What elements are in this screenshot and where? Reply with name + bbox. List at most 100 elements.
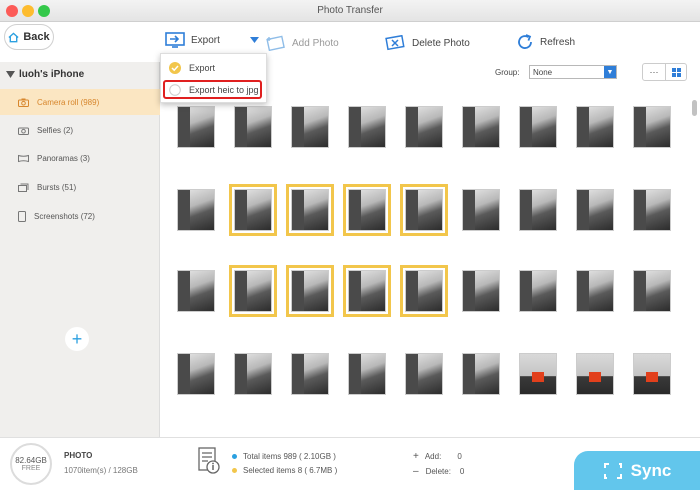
photo-thumbnail[interactable] [462, 270, 500, 312]
photo-thumbnail[interactable] [291, 353, 329, 395]
photo-thumbnail[interactable] [462, 353, 500, 395]
photo-thumbnail[interactable] [405, 353, 443, 395]
photo-thumbnail[interactable] [633, 353, 671, 395]
refresh-icon [518, 34, 532, 49]
photo-thumbnail[interactable] [633, 270, 671, 312]
photo-thumbnail[interactable] [234, 106, 272, 148]
device-name: luoh's iPhone [19, 68, 85, 80]
album-label: Panoramas (3) [37, 153, 90, 163]
photo-thumbnail-selected[interactable] [234, 189, 272, 231]
add-label: Add: [424, 452, 442, 461]
album-screenshots[interactable]: Screenshots (72) [0, 203, 160, 229]
storage-items: 1070item(s) / 128GB [64, 466, 138, 475]
album-label: Bursts (51) [37, 182, 77, 192]
storage-ring: 82.64GB FREE [10, 443, 52, 485]
caret-down-icon [249, 37, 259, 43]
highlight-box [163, 80, 262, 99]
minus-sign-icon: – [413, 466, 419, 477]
photo-thumbnail-selected[interactable] [405, 270, 443, 312]
refresh-label: Refresh [540, 36, 576, 48]
free-size: 82.64GB [15, 456, 47, 465]
photo-thumbnail[interactable] [291, 106, 329, 148]
selected-items: Selected items 8 ( 6.7MB ) [232, 466, 337, 475]
selected-items-text: Selected items 8 ( 6.7MB ) [243, 466, 338, 475]
photo-thumbnail[interactable] [576, 106, 614, 148]
sync-button[interactable]: Sync [574, 451, 700, 490]
photo-thumbnail[interactable] [177, 106, 215, 148]
photo-thumbnail[interactable] [177, 189, 215, 231]
album-camera-roll[interactable]: Camera roll (989) [0, 89, 160, 115]
export-option[interactable]: Export [161, 58, 268, 78]
photo-thumbnail[interactable] [633, 106, 671, 148]
back-label: Back [23, 31, 50, 43]
album-selfies[interactable]: Selfies (2) [0, 117, 160, 143]
free-label: FREE [21, 465, 41, 472]
photo-thumbnail[interactable] [177, 270, 215, 312]
window-title: Photo Transfer [317, 5, 383, 16]
group-label: Group: [495, 68, 520, 77]
delete-photo-button[interactable]: Delete Photo [384, 35, 470, 51]
sync-label: Sync [630, 461, 672, 480]
photo-thumbnail-selected[interactable] [291, 189, 329, 231]
delete-value: 0 [459, 467, 465, 476]
plus-sign-icon: + [413, 451, 419, 462]
chevron-down-icon: ▼ [604, 66, 616, 78]
delete-count: – Delete: 0 [413, 466, 464, 477]
photo-thumbnail[interactable] [348, 353, 386, 395]
device-header[interactable]: luoh's iPhone [0, 62, 160, 86]
photo-thumbnail[interactable] [633, 189, 671, 231]
photo-thumbnail-selected[interactable] [291, 270, 329, 312]
photo-thumbnail-selected[interactable] [405, 189, 443, 231]
photo-thumbnail-selected[interactable] [348, 270, 386, 312]
view-toggle: ⋯ [642, 63, 687, 81]
photo-thumbnail[interactable] [234, 353, 272, 395]
photo-thumbnail[interactable] [576, 189, 614, 231]
collapse-arrow-icon [6, 70, 15, 78]
toolbar [0, 22, 700, 62]
sync-icon [603, 463, 622, 479]
plus-icon: + [71, 329, 83, 349]
delete-photo-icon [385, 35, 405, 51]
scrollbar-thumb[interactable] [692, 100, 697, 116]
photo-thumbnail[interactable] [519, 353, 557, 395]
title-bar: Photo Transfer [0, 0, 700, 22]
storage-type: PHOTO [64, 451, 93, 460]
photo-thumbnail[interactable] [462, 189, 500, 231]
photo-thumbnail-selected[interactable] [234, 270, 272, 312]
photo-thumbnail[interactable] [576, 353, 614, 395]
total-items: Total items 989 ( 2.10GB ) [232, 452, 336, 461]
album-bursts[interactable]: Bursts (51) [0, 174, 160, 200]
add-photo-button[interactable]: Add Photo [266, 35, 339, 51]
refresh-button[interactable]: Refresh [516, 33, 575, 51]
group-select[interactable]: None ▼ [529, 65, 617, 79]
photo-thumbnail[interactable] [576, 270, 614, 312]
photo-thumbnail-selected[interactable] [348, 189, 386, 231]
back-button[interactable]: Back [4, 24, 54, 50]
photo-thumbnail[interactable] [519, 106, 557, 148]
grid-view-icon[interactable] [665, 64, 687, 80]
list-view-icon[interactable]: ⋯ [643, 64, 665, 80]
export-button[interactable]: Export [165, 32, 259, 48]
photo-thumbnail[interactable] [519, 189, 557, 231]
photo-thumbnail[interactable] [405, 106, 443, 148]
check-circle-icon [169, 62, 181, 74]
photo-grid [165, 95, 685, 435]
photo-thumbnail[interactable] [462, 106, 500, 148]
album-label: Camera roll (989) [37, 97, 100, 107]
album-panoramas[interactable]: Panoramas (3) [0, 145, 160, 171]
export-icon [165, 32, 185, 48]
add-album-button[interactable]: + [65, 327, 89, 351]
add-count: + Add: 0 [413, 451, 462, 462]
burst-icon [18, 183, 29, 192]
export-option-label: Export [189, 63, 216, 73]
album-label: Screenshots (72) [34, 211, 95, 221]
export-label: Export [191, 34, 220, 46]
add-value: 0 [457, 452, 462, 461]
selected-dot [232, 468, 237, 474]
camera-icon [18, 98, 29, 107]
photo-thumbnail[interactable] [348, 106, 386, 148]
delete-label: Delete: [425, 467, 451, 476]
photo-thumbnail[interactable] [519, 270, 557, 312]
photo-thumbnail[interactable] [177, 353, 215, 395]
group-select-value: None [533, 67, 553, 77]
